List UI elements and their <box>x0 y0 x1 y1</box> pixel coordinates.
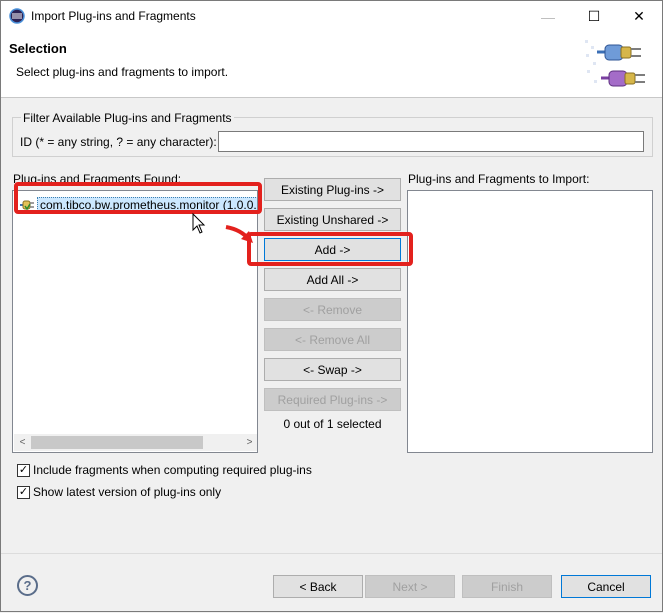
plugin-banner-icon <box>583 36 653 94</box>
import-plugins-list[interactable] <box>407 190 653 453</box>
show-latest-option[interactable]: ✓ Show latest version of plug-ins only <box>17 485 221 499</box>
existing-plugins-button[interactable]: Existing Plug-ins -> <box>264 178 401 201</box>
horizontal-scrollbar[interactable]: < > <box>14 434 257 451</box>
maximize-button[interactable]: ☐ <box>571 1 617 32</box>
back-button[interactable]: < Back <box>273 575 363 598</box>
id-filter-input[interactable] <box>218 131 644 152</box>
plugin-item-label: com.tibco.bw.prometheus.monitor (1.0.0. <box>37 197 257 213</box>
next-button[interactable]: Next > <box>365 575 455 598</box>
found-list-label: Plug-ins and Fragments Found: <box>13 172 182 186</box>
show-latest-checkbox[interactable]: ✓ <box>17 485 30 499</box>
window-title: Import Plug-ins and Fragments <box>31 9 196 23</box>
id-filter-label: ID (* = any string, ? = any character): <box>20 135 217 149</box>
scroll-left-icon[interactable]: < <box>14 434 31 451</box>
page-title: Selection <box>9 41 67 56</box>
show-latest-label: Show latest version of plug-ins only <box>33 485 222 499</box>
minimize-icon: — <box>541 8 555 25</box>
page-description: Select plug-ins and fragments to import. <box>16 65 229 79</box>
footer-separator <box>1 553 662 554</box>
minimize-button[interactable]: — <box>525 1 571 32</box>
include-fragments-checkbox[interactable]: ✓ <box>17 463 30 477</box>
close-button[interactable]: ✕ <box>616 1 662 32</box>
existing-unshared-button[interactable]: Existing Unshared -> <box>264 208 401 231</box>
wizard-header: Selection Select plug-ins and fragments … <box>1 32 662 98</box>
cancel-button[interactable]: Cancel <box>561 575 651 598</box>
finish-button[interactable]: Finish <box>462 575 552 598</box>
close-icon: ✕ <box>633 8 645 24</box>
scroll-thumb[interactable] <box>31 436 203 449</box>
scroll-right-icon[interactable]: > <box>241 434 257 451</box>
maximize-icon: ☐ <box>587 8 601 24</box>
include-fragments-option[interactable]: ✓ Include fragments when computing requi… <box>17 463 312 477</box>
plugin-icon <box>20 200 34 211</box>
import-list-label: Plug-ins and Fragments to Import: <box>408 172 590 186</box>
help-icon[interactable]: ? <box>17 575 38 596</box>
required-plugins-button[interactable]: Required Plug-ins -> <box>264 388 401 411</box>
add-all-button[interactable]: Add All -> <box>264 268 401 291</box>
add-button[interactable]: Add -> <box>264 238 401 261</box>
import-dialog: Import Plug-ins and Fragments — ☐ ✕ Sele… <box>0 0 663 612</box>
selection-count: 0 out of 1 selected <box>283 417 382 431</box>
eclipse-app-icon <box>9 8 25 24</box>
remove-button[interactable]: <- Remove <box>264 298 401 321</box>
title-bar: Import Plug-ins and Fragments — ☐ ✕ <box>1 1 662 32</box>
found-plugins-list[interactable]: com.tibco.bw.prometheus.monitor (1.0.0. … <box>12 190 258 453</box>
filter-group-title: Filter Available Plug-ins and Fragments <box>21 111 234 125</box>
list-item[interactable]: com.tibco.bw.prometheus.monitor (1.0.0. <box>19 196 257 214</box>
remove-all-button[interactable]: <- Remove All <box>264 328 401 351</box>
swap-button[interactable]: <- Swap -> <box>264 358 401 381</box>
include-fragments-label: Include fragments when computing require… <box>33 463 312 477</box>
